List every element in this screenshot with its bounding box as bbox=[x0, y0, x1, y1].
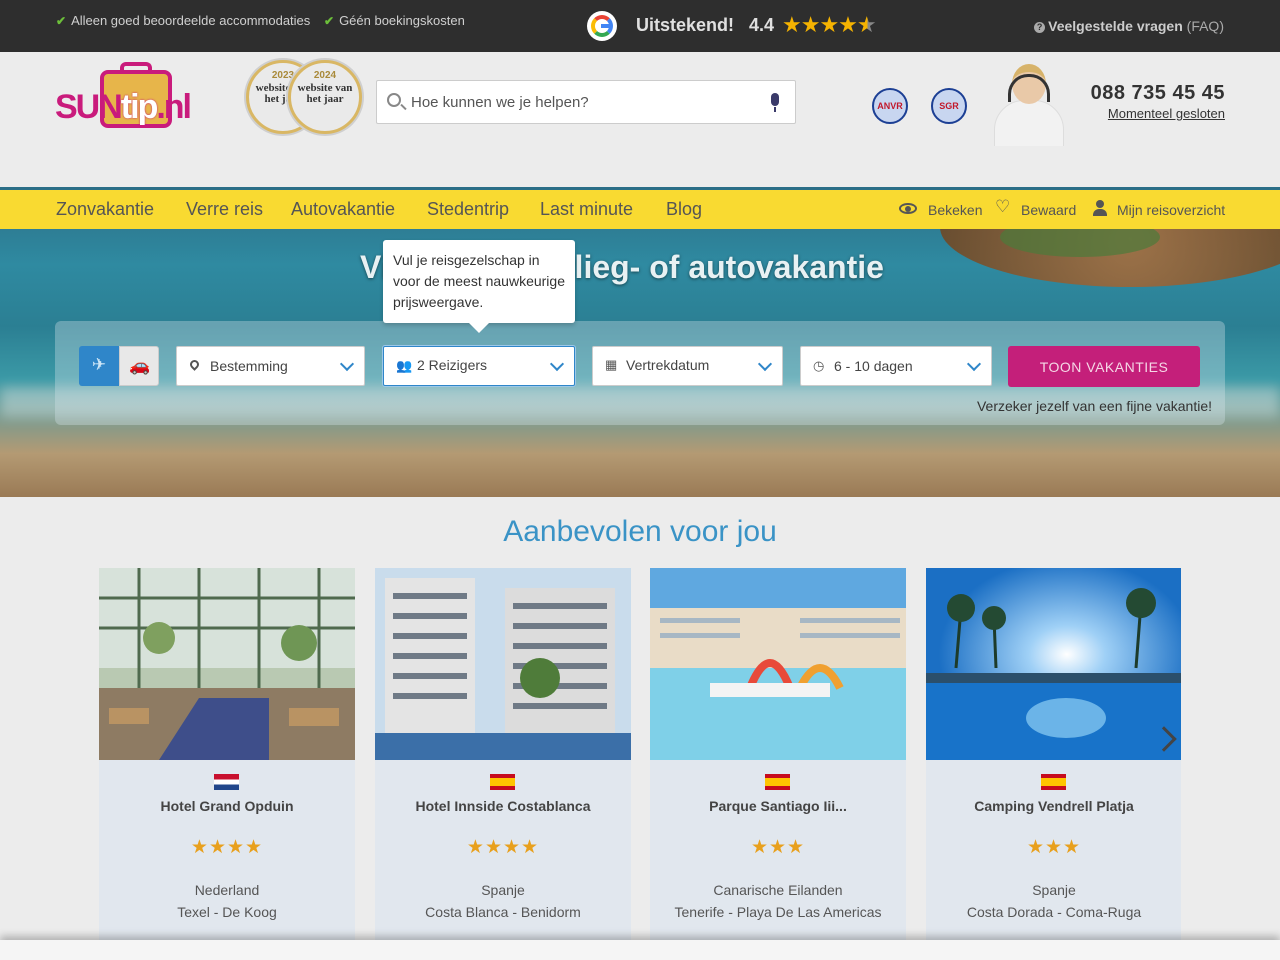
calendar-icon: ▦ bbox=[605, 357, 618, 372]
star-rating-icon: ★★★★ bbox=[190, 837, 264, 858]
hotel-name: Hotel Innside Costablanca bbox=[415, 798, 591, 814]
top-bar: ✔ Alleen goed beoordeelde accommodaties … bbox=[0, 0, 1280, 52]
logo-tip: tip bbox=[120, 88, 159, 126]
hotel-country: Canarische Eilanden bbox=[713, 882, 843, 898]
search-input[interactable] bbox=[411, 81, 751, 123]
chevron-down-icon bbox=[757, 356, 773, 372]
show-holidays-button[interactable]: TOON VAKANTIES bbox=[1008, 346, 1200, 387]
main-nav: Zonvakantie Verre reis Autovakantie Sted… bbox=[0, 187, 1280, 229]
recommended-title: Aanbevolen voor jou bbox=[503, 515, 777, 548]
rating-score: 4.4 bbox=[749, 15, 775, 35]
star-rating-icon: ★★★ bbox=[750, 837, 806, 858]
hotel-name: Camping Vendrell Platja bbox=[974, 798, 1134, 814]
usp-label: Alleen goed beoordeelde accommodaties bbox=[71, 13, 311, 28]
faq-suffix: (FAQ) bbox=[1186, 18, 1224, 34]
star-rating-icon: ★★★★ bbox=[466, 837, 540, 858]
plane-icon: ✈ bbox=[91, 355, 107, 374]
mode-car-button[interactable]: 🚗 bbox=[119, 346, 159, 386]
recommendation-card[interactable]: Hotel Grand Opduin ★★★★ Nederland Texel … bbox=[99, 568, 355, 960]
hotel-photo bbox=[650, 568, 906, 760]
nav-item-last-minute[interactable]: Last minute bbox=[540, 199, 633, 220]
nav-item-zonvakantie[interactable]: Zonvakantie bbox=[56, 199, 154, 220]
award-badge: 2024 website van het jaar bbox=[288, 60, 362, 134]
duration-select[interactable]: ◷ 6 - 10 dagen bbox=[800, 346, 992, 386]
hotel-region: Tenerife - Playa De Las Americas bbox=[674, 904, 882, 920]
logo-nl: .nl bbox=[156, 88, 192, 126]
cookie-banner bbox=[0, 940, 1280, 960]
flag-spain-icon bbox=[765, 774, 790, 790]
mode-flight-button[interactable]: ✈ bbox=[79, 346, 119, 386]
eye-icon bbox=[899, 203, 917, 214]
hotel-photo bbox=[375, 568, 631, 760]
nav-saved-link[interactable]: Bewaard bbox=[1021, 202, 1076, 218]
travelers-tooltip: Vul je reisgezelschap in voor de meest n… bbox=[383, 240, 575, 333]
hotel-region: Costa Dorada - Coma-Ruga bbox=[966, 904, 1142, 920]
search-icon bbox=[387, 93, 401, 107]
nav-item-autovakantie[interactable]: Autovakantie bbox=[291, 199, 395, 220]
hotel-region: Costa Blanca - Benidorm bbox=[425, 904, 581, 920]
departure-label: Vertrekdatum bbox=[626, 357, 710, 373]
usp-label: Géén boekingskosten bbox=[339, 13, 465, 28]
nav-item-verre-reis[interactable]: Verre reis bbox=[186, 199, 263, 220]
usp-item: ✔ Alleen goed beoordeelde accommodaties bbox=[56, 13, 310, 28]
question-icon: ? bbox=[1034, 22, 1046, 33]
chevron-down-icon bbox=[549, 356, 565, 372]
microphone-icon[interactable] bbox=[771, 93, 779, 112]
hotel-region: Texel - De Koog bbox=[177, 904, 277, 920]
award-year: 2024 bbox=[313, 70, 337, 81]
chevron-down-icon bbox=[339, 356, 355, 372]
recommendation-card[interactable]: Parque Santiago Iii... ★★★ Canarische Ei… bbox=[650, 568, 906, 960]
site-logo[interactable]: SUNtip.nl bbox=[55, 62, 200, 132]
award-label: website van het jaar bbox=[297, 82, 353, 105]
user-icon bbox=[1093, 200, 1107, 216]
usp-item: ✔ Géén boekingskosten bbox=[324, 13, 465, 28]
duration-label: 6 - 10 dagen bbox=[834, 358, 913, 374]
customer-service-photo bbox=[992, 60, 1066, 146]
check-icon: ✔ bbox=[56, 13, 67, 28]
hotel-photo bbox=[926, 568, 1181, 760]
users-icon: 👥 bbox=[396, 358, 413, 373]
logo-sun: SUN bbox=[55, 88, 123, 126]
location-pin-icon bbox=[188, 358, 201, 371]
rating-stars-icon: ★★★★★ bbox=[782, 12, 877, 37]
destination-label: Bestemming bbox=[210, 358, 288, 374]
departure-date-select[interactable]: ▦ Vertrekdatum bbox=[592, 346, 783, 386]
flag-spain-icon bbox=[490, 774, 515, 790]
phone-status-link[interactable]: Momenteel gesloten bbox=[1108, 106, 1225, 121]
nav-item-blog[interactable]: Blog bbox=[666, 199, 702, 220]
site-header: SUNtip.nl 2023 website van het jaar 2024… bbox=[0, 52, 1280, 187]
insurance-link[interactable]: Verzeker jezelf van een fijne vakantie! bbox=[977, 398, 1212, 414]
faq-link[interactable]: ? Veelgestelde vragen (FAQ) bbox=[1034, 18, 1224, 34]
star-rating-icon: ★★★ bbox=[1026, 837, 1082, 858]
check-icon: ✔ bbox=[324, 13, 335, 28]
travelers-label: 2 Reizigers bbox=[417, 357, 488, 373]
clock-icon: ◷ bbox=[813, 358, 825, 373]
site-search bbox=[376, 80, 796, 124]
hotel-country: Nederland bbox=[194, 882, 260, 898]
anvr-logo: ANVR bbox=[872, 88, 908, 124]
nav-viewed-link[interactable]: Bekeken bbox=[928, 202, 982, 218]
recommendation-card[interactable]: Hotel Innside Costablanca ★★★★ Spanje Co… bbox=[375, 568, 631, 960]
heart-icon: ♡ bbox=[995, 197, 1011, 216]
travelers-select[interactable]: 👥 2 Reizigers bbox=[383, 346, 575, 386]
rating-label: Uitstekend! bbox=[636, 15, 735, 35]
recommendation-card[interactable]: Camping Vendrell Platja ★★★ Spanje Costa… bbox=[926, 568, 1181, 960]
hotel-photo bbox=[99, 568, 355, 760]
google-logo-icon bbox=[587, 11, 617, 41]
faq-label: Veelgestelde vragen bbox=[1048, 18, 1183, 34]
chevron-down-icon bbox=[966, 356, 982, 372]
nav-my-trips-link[interactable]: Mijn reisoverzicht bbox=[1117, 202, 1225, 218]
destination-select[interactable]: Bestemming bbox=[176, 346, 365, 386]
flag-netherlands-icon bbox=[214, 774, 239, 790]
nav-item-stedentrip[interactable]: Stedentrip bbox=[427, 199, 509, 220]
car-icon: 🚗 bbox=[129, 356, 151, 375]
flag-spain-icon bbox=[1041, 774, 1066, 790]
phone-number[interactable]: 088 735 45 45 bbox=[1091, 82, 1225, 105]
hotel-country: Spanje bbox=[1032, 882, 1076, 898]
hotel-name: Hotel Grand Opduin bbox=[160, 798, 294, 814]
hotel-country: Spanje bbox=[481, 882, 525, 898]
hotel-name: Parque Santiago Iii... bbox=[709, 798, 847, 814]
sgr-logo: SGR bbox=[931, 88, 967, 124]
